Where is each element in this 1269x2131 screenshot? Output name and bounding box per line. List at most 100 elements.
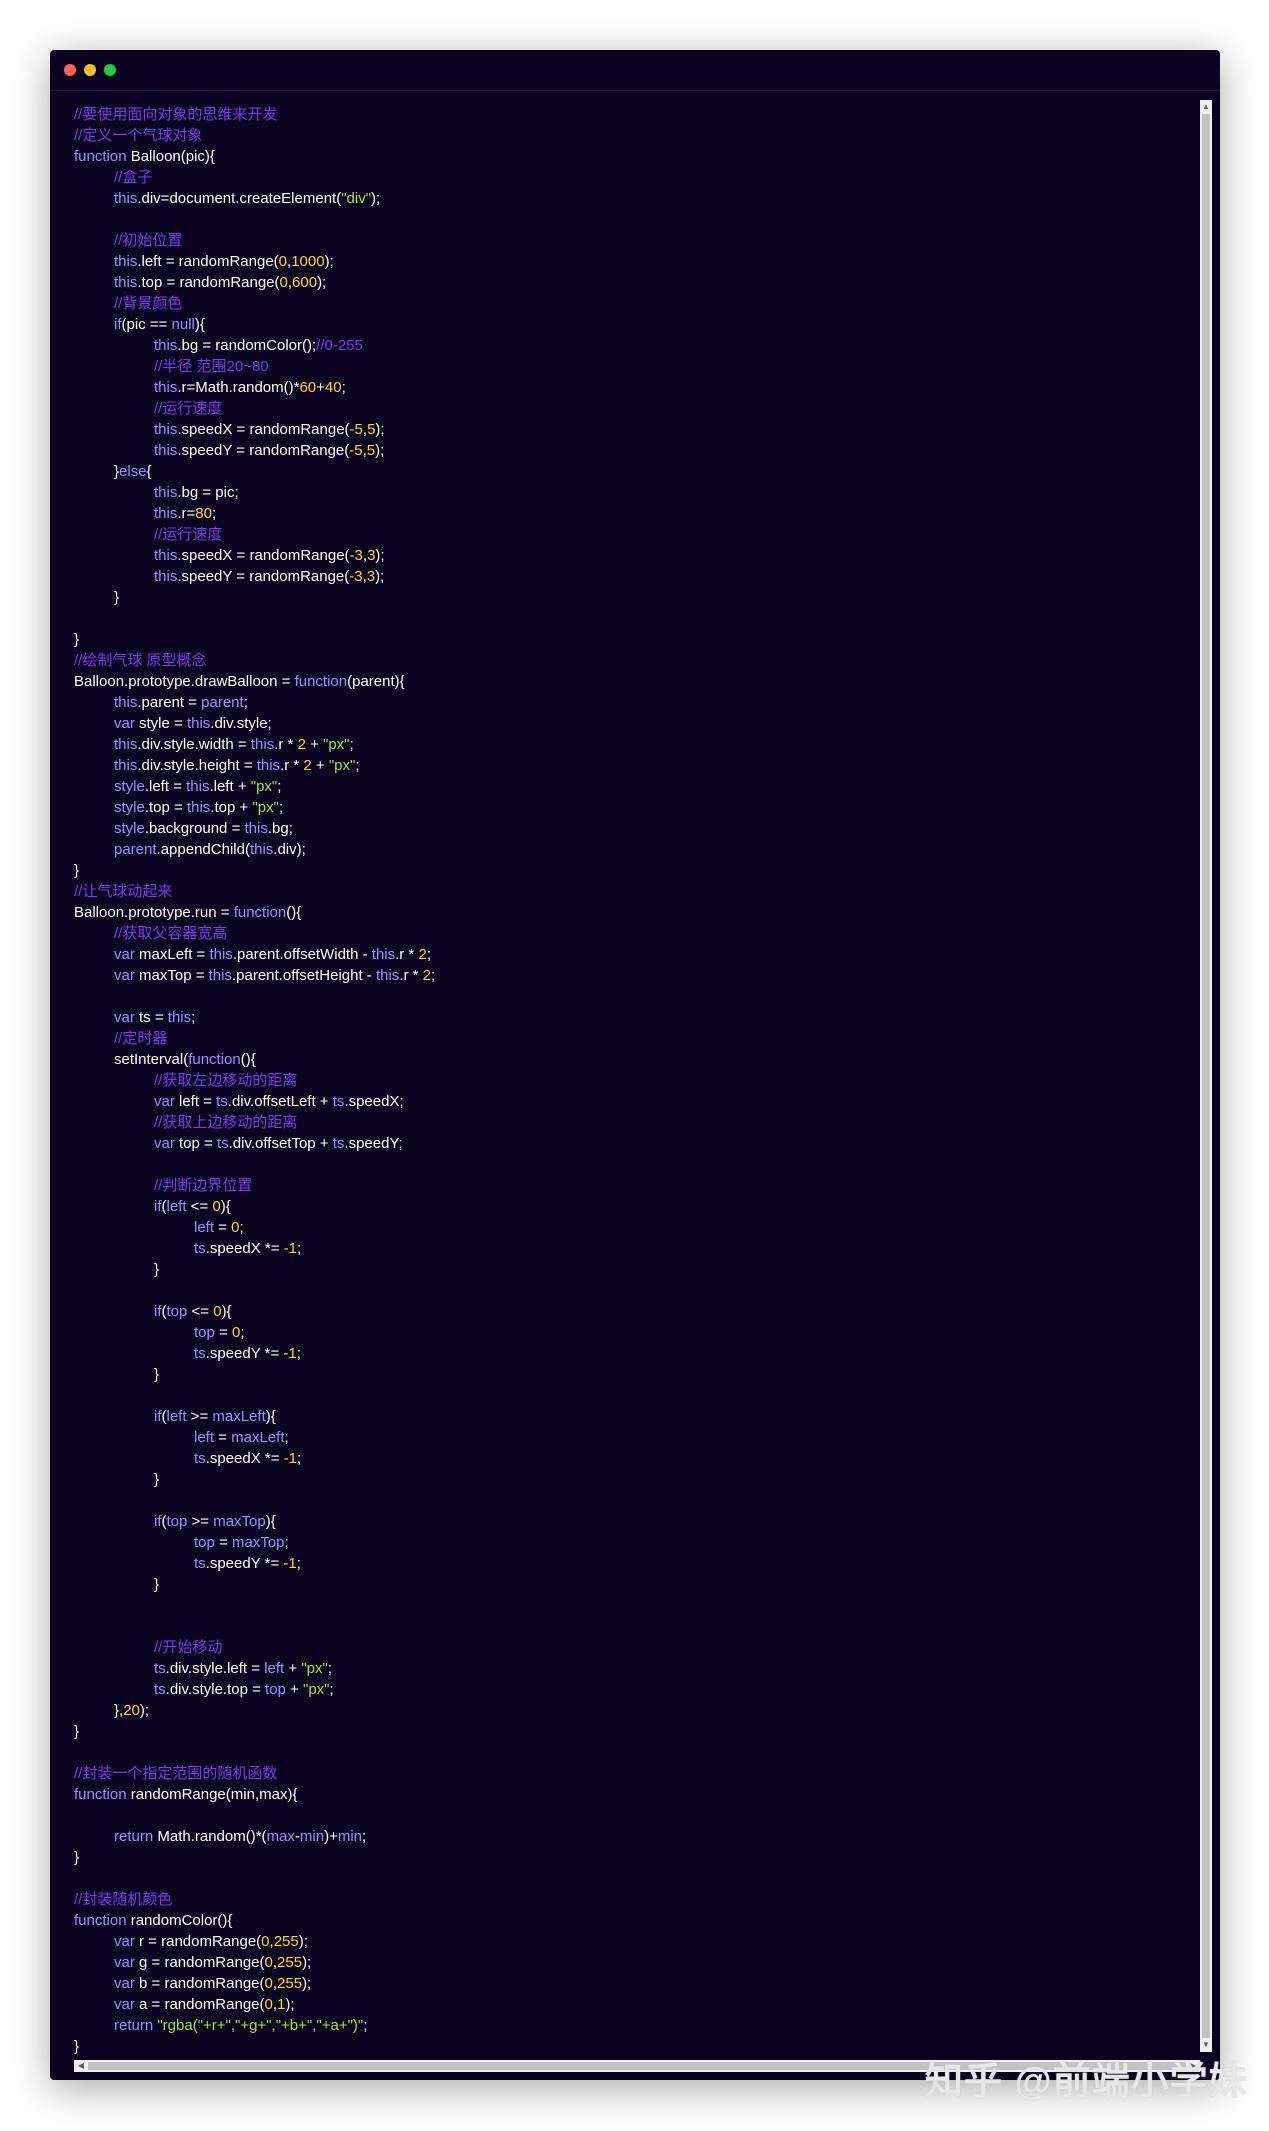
code-token: this <box>154 568 178 585</box>
code-token: = <box>214 1324 232 1341</box>
code-line: } <box>74 1574 1190 1595</box>
code-token: setInterval( <box>114 1051 189 1068</box>
code-token: parent <box>201 694 244 711</box>
scroll-left-arrow-icon[interactable]: ◀ <box>74 2060 88 2072</box>
code-token: Balloon.prototype.run = <box>74 904 234 921</box>
code-token: function <box>74 1786 127 1803</box>
code-line: function Balloon(pic){ <box>74 146 1190 167</box>
minimize-dot-icon[interactable] <box>84 64 96 76</box>
window-titlebar <box>50 50 1220 91</box>
code-token: ); <box>375 547 385 564</box>
code-token: this <box>114 274 138 291</box>
code-line: } <box>74 629 1190 650</box>
code-token: -5 <box>349 421 363 438</box>
code-token: this <box>154 484 178 501</box>
code-line: var maxLeft = this.parent.offsetWidth - … <box>74 944 1190 965</box>
code-token: randomColor(){ <box>126 1912 233 1929</box>
watermark: 知乎 @前端小学妹 <box>925 2061 1248 2103</box>
code-token: = <box>214 1429 232 1446</box>
code-line: return "rgba("+r+","+g+","+b+","+a+")"; <box>74 2015 1190 2036</box>
code-token: r = randomRange( <box>134 1933 262 1950</box>
code-line: top = 0; <box>74 1322 1190 1343</box>
code-token: .div.offsetLeft + <box>227 1093 333 1110</box>
code-token: (pic == <box>121 316 172 333</box>
code-token: this <box>186 799 211 816</box>
code-token: 2 <box>422 967 431 984</box>
code-token: .left + <box>209 778 251 795</box>
code-token: randomRange(min,max){ <box>126 1786 298 1803</box>
code-token: ts <box>154 1681 166 1698</box>
code-token: 2 <box>418 946 427 963</box>
code-token: } <box>74 631 80 648</box>
maximize-dot-icon[interactable] <box>104 64 116 76</box>
code-line: left = maxLeft; <box>74 1427 1190 1448</box>
code-token: ts <box>154 1660 166 1677</box>
code-line: style.background = this.bg; <box>74 818 1190 839</box>
close-dot-icon[interactable] <box>64 64 76 76</box>
code-line: //定时器 <box>74 1028 1190 1049</box>
code-line: this.bg = randomColor();//0-255 <box>74 335 1190 356</box>
code-line: } <box>74 1259 1190 1280</box>
code-token: this <box>186 715 211 732</box>
code-token: "px" <box>303 1681 330 1698</box>
code-token: if <box>154 1408 162 1425</box>
code-line: //获取父容器宽高 <box>74 923 1190 944</box>
code-token: return <box>114 1828 154 1845</box>
code-token: maxTop <box>231 1534 285 1551</box>
code-token: ); <box>375 568 385 585</box>
vertical-scroll-thumb[interactable] <box>1202 114 1210 2038</box>
code-token: left <box>194 1429 215 1446</box>
code-token: .background = <box>144 820 245 837</box>
code-line: //开始移动 <box>74 1637 1190 1658</box>
code-line: } <box>74 1469 1190 1490</box>
code-token: function <box>233 904 287 921</box>
code-token: .speedY = randomRange( <box>177 568 350 585</box>
code-token: top <box>265 1681 286 1698</box>
code-token: //获取父容器宽高 <box>114 925 228 942</box>
code-line: ts.div.style.left = left + "px"; <box>74 1658 1190 1679</box>
code-token: //封装随机颜色 <box>74 1891 173 1908</box>
code-token: function <box>74 1912 127 1929</box>
code-token: "px" <box>250 778 278 795</box>
code-token: ; <box>243 694 248 711</box>
code-token: 20 <box>123 1702 140 1719</box>
code-token: ; <box>284 1429 289 1446</box>
code-token: top <box>194 1324 215 1341</box>
code-line: } <box>74 860 1190 881</box>
code-token: maxTop = <box>134 967 209 984</box>
code-token: ; <box>327 1660 332 1677</box>
code-token: + <box>284 1660 302 1677</box>
code-token: } <box>74 589 120 606</box>
code-token: ); <box>375 442 385 459</box>
code-token: if <box>154 1303 162 1320</box>
code-token: .speedX = randomRange( <box>177 547 350 564</box>
code-token: .speedX = randomRange( <box>177 421 350 438</box>
code-line: var a = randomRange(0,1); <box>74 1994 1190 2015</box>
code-line: var top = ts.div.offsetTop + ts.speedY; <box>74 1133 1190 1154</box>
code-line: },20); <box>74 1700 1190 1721</box>
scroll-up-arrow-icon[interactable]: ▲ <box>1200 100 1212 114</box>
code-token: this <box>209 946 233 963</box>
code-token: var <box>114 1954 135 1971</box>
code-token: 0 <box>264 1954 273 1971</box>
vertical-scrollbar[interactable]: ▲ ▼ <box>1200 100 1212 2052</box>
code-token: .r * <box>395 946 419 963</box>
code-token: .div.style.top = <box>165 1681 266 1698</box>
code-token: this <box>114 757 138 774</box>
code-token: null <box>171 316 195 333</box>
code-token: -3 <box>349 547 363 564</box>
code-line: } <box>74 1364 1190 1385</box>
code-token: ; <box>191 1009 196 1026</box>
code-token: this <box>154 505 178 522</box>
code-line: if(top <= 0){ <box>74 1301 1190 1322</box>
code-token: ts <box>194 1345 206 1362</box>
